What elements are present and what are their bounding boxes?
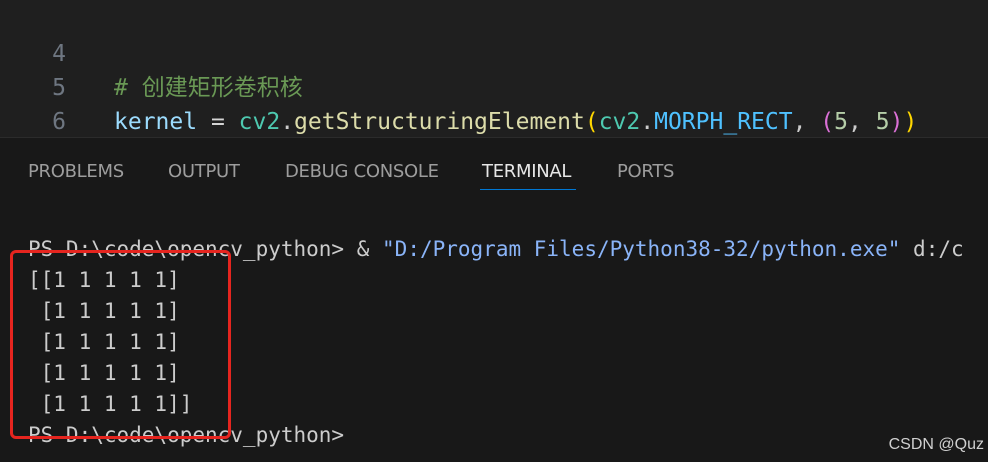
code-line-4: 4 # 创建矩形卷积核	[0, 3, 988, 101]
tab-debug-console[interactable]: DEBUG CONSOLE	[285, 158, 439, 186]
tab-problems[interactable]: PROBLEMS	[28, 158, 124, 186]
active-tab-indicator	[480, 189, 576, 190]
tab-ports[interactable]: PORTS	[617, 158, 674, 186]
tab-output[interactable]: OUTPUT	[168, 158, 240, 186]
tab-terminal[interactable]: TERMINAL	[482, 158, 571, 186]
terminal-exe-path: "D:/Program Files/Python38-32/python.exe…	[382, 237, 901, 261]
panel-tabs: PROBLEMS OUTPUT DEBUG CONSOLE TERMINAL P…	[0, 138, 988, 204]
code-line-6: 6 print(kernel)	[0, 71, 988, 135]
code-line-5: 5 kernel = cv2.getStructuringElement(cv2…	[0, 37, 988, 135]
code-line-7: 7	[0, 105, 988, 137]
code-editor[interactable]: 4 # 创建矩形卷积核 5 kernel = cv2.getStructurin…	[0, 0, 988, 137]
terminal-arg: d:/c	[900, 237, 964, 261]
vscode-window: 4 # 创建矩形卷积核 5 kernel = cv2.getStructurin…	[0, 0, 988, 462]
red-annotation-box	[10, 250, 231, 439]
terminal-operator: &	[356, 237, 383, 261]
watermark: CSDN @Quz	[888, 436, 984, 453]
